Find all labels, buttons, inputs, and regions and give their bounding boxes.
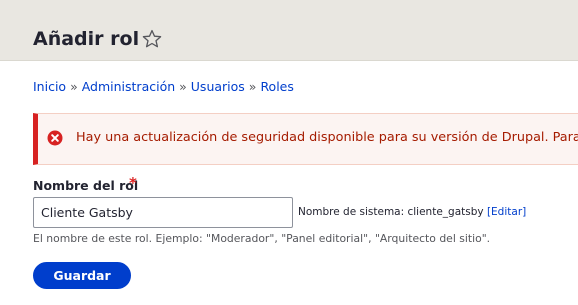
star-icon[interactable] xyxy=(142,29,162,49)
save-button[interactable]: Guardar xyxy=(33,262,131,289)
breadcrumb-separator: » xyxy=(248,79,257,94)
breadcrumb-separator: » xyxy=(70,79,78,94)
machine-name-edit-link[interactable]: [Editar] xyxy=(487,206,526,218)
star-outline-icon xyxy=(142,29,162,48)
machine-name-text: Nombre de sistema: cliente_gatsby xyxy=(298,206,484,218)
page-title: Añadir rol xyxy=(33,28,140,50)
breadcrumb-link-inicio[interactable]: Inicio xyxy=(33,79,66,94)
error-icon xyxy=(47,130,63,146)
breadcrumb-separator: » xyxy=(179,79,187,94)
required-mark: * xyxy=(129,174,137,192)
breadcrumb-link-roles[interactable]: Roles xyxy=(260,79,293,94)
role-name-label: Nombre del rol xyxy=(33,178,139,193)
error-message-text: Hay una actualización de seguridad dispo… xyxy=(76,130,578,145)
breadcrumb-link-administracion[interactable]: Administración xyxy=(82,79,175,94)
role-name-input[interactable] xyxy=(33,197,293,228)
page: Añadir rol Inicio » Administración » Usu… xyxy=(0,0,578,305)
error-circle-x-icon xyxy=(47,130,63,146)
breadcrumb-link-usuarios[interactable]: Usuarios xyxy=(191,79,245,94)
machine-name: Nombre de sistema: cliente_gatsby [Edita… xyxy=(298,205,526,219)
breadcrumb: Inicio » Administración » Usuarios » Rol… xyxy=(33,78,294,96)
role-name-description: El nombre de este rol. Ejemplo: "Moderad… xyxy=(33,232,491,245)
